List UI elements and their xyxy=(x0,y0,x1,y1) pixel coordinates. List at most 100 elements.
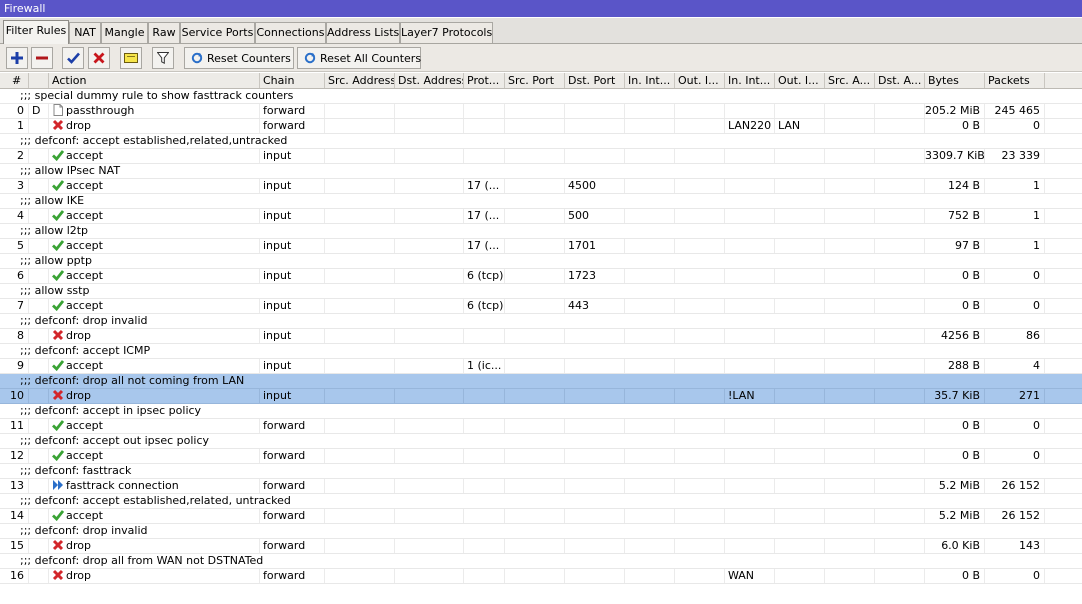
tab-raw[interactable]: Raw xyxy=(148,22,180,43)
add-button[interactable] xyxy=(6,47,28,69)
column-header-packets[interactable]: Packets xyxy=(985,73,1045,88)
cell-packets: 26 152 xyxy=(985,509,1045,523)
comment-row[interactable]: ;;; allow IKE xyxy=(0,194,1082,209)
comment-row[interactable]: ;;; defconf: accept out ipsec policy xyxy=(0,434,1082,449)
tab-nat[interactable]: NAT xyxy=(69,22,101,43)
comment-row[interactable]: ;;; allow IPsec NAT xyxy=(0,164,1082,179)
comment-row[interactable]: ;;; special dummy rule to show fasttrack… xyxy=(0,89,1082,104)
comment-button[interactable] xyxy=(120,47,142,69)
column-header-dst-address-list[interactable]: Dst. A... xyxy=(875,73,925,88)
disable-button[interactable] xyxy=(88,47,110,69)
filter-button[interactable] xyxy=(152,47,174,69)
comment-row[interactable]: ;;; defconf: drop invalid xyxy=(0,314,1082,329)
cell-packets: 0 xyxy=(985,419,1045,433)
cell-empty xyxy=(875,269,925,283)
column-header-number[interactable]: # xyxy=(0,73,29,88)
cell-empty xyxy=(395,539,464,553)
table-row[interactable]: 0 Dpassthrough forward 205.2 MiB 245 465 xyxy=(0,104,1082,119)
rule-comment: ;;; allow IKE xyxy=(20,194,85,207)
table-row[interactable]: 15 drop forward 6.0 KiB 143 xyxy=(0,539,1082,554)
comment-row[interactable]: ;;; allow sstp xyxy=(0,284,1082,299)
remove-button[interactable] xyxy=(31,47,53,69)
table-row[interactable]: 1 drop forward LAN220 LAN 0 B0 xyxy=(0,119,1082,134)
column-header-in-interface-list[interactable]: In. Int... xyxy=(725,73,775,88)
column-header-flag[interactable] xyxy=(29,73,49,88)
column-header-chain[interactable]: Chain xyxy=(260,73,325,88)
cell-empty xyxy=(825,359,875,373)
cell-chain: forward xyxy=(260,449,325,463)
column-header-out-interface[interactable]: Out. I... xyxy=(675,73,725,88)
table-row[interactable]: 13 fasttrack connection forward 5.2 MiB 26 1… xyxy=(0,479,1082,494)
column-header-dst-address[interactable]: Dst. Address xyxy=(395,73,464,88)
comment-row[interactable]: ;;; defconf: accept ICMP xyxy=(0,344,1082,359)
cell-num: 2 xyxy=(0,149,29,163)
column-header-src-port[interactable]: Src. Port xyxy=(505,73,565,88)
column-header-action[interactable]: Action xyxy=(49,73,260,88)
tab-mangle[interactable]: Mangle xyxy=(101,22,148,43)
table-row[interactable]: 7 accept input 6 (tcp) 443 0 B0 xyxy=(0,299,1082,314)
tab-connections[interactable]: Connections xyxy=(255,22,326,43)
table-row[interactable]: 2 accept input 3309.7 KiB 23 339 xyxy=(0,149,1082,164)
comment-row[interactable]: ;;; defconf: accept established,related,… xyxy=(0,494,1082,509)
comment-row[interactable]: ;;; allow l2tp xyxy=(0,224,1082,239)
cell-empty xyxy=(395,269,464,283)
comment-row[interactable]: ;;; defconf: drop invalid xyxy=(0,524,1082,539)
cell-bytes: 0 B xyxy=(925,419,985,433)
column-header-bytes[interactable]: Bytes xyxy=(925,73,985,88)
column-header-src-address-list[interactable]: Src. A... xyxy=(825,73,875,88)
cell-flag xyxy=(29,479,49,493)
cell-out-if-list xyxy=(775,419,825,433)
table-row[interactable]: 9 accept input 1 (ic... 288 B4 xyxy=(0,359,1082,374)
tab-address-lists[interactable]: Address Lists xyxy=(326,22,400,43)
table-row[interactable]: 10 drop input !LAN 35.7 KiB 271 xyxy=(0,389,1082,404)
table-row[interactable]: 12 accept forward 0 B0 xyxy=(0,449,1082,464)
enable-button[interactable] xyxy=(62,47,84,69)
comment-row[interactable]: ;;; defconf: drop all from WAN not DSTNA… xyxy=(0,554,1082,569)
comment-row[interactable]: ;;; defconf: accept in ipsec policy xyxy=(0,404,1082,419)
cell-empty xyxy=(675,509,725,523)
column-header-protocol[interactable]: Prot... xyxy=(464,73,505,88)
table-row[interactable]: 11 accept forward 0 B0 xyxy=(0,419,1082,434)
table-row[interactable]: 6 accept input 6 (tcp) 1723 0 B0 xyxy=(0,269,1082,284)
table-row[interactable]: 16 drop forward WAN 0 B0 xyxy=(0,569,1082,584)
cell-num: 8 xyxy=(0,329,29,343)
table-row[interactable]: 4 accept input 17 (... 500 752 B1 xyxy=(0,209,1082,224)
tab-service-ports[interactable]: Service Ports xyxy=(180,22,255,43)
cell-empty xyxy=(825,569,875,583)
comment-row[interactable]: ;;; defconf: accept established,related,… xyxy=(0,134,1082,149)
column-header-in-interface[interactable]: In. Int... xyxy=(625,73,675,88)
action-label: accept xyxy=(66,299,103,312)
cell-chain: input xyxy=(260,389,325,403)
cell-empty xyxy=(875,329,925,343)
filter-icon xyxy=(157,52,169,64)
cell-empty xyxy=(825,539,875,553)
cell-proto xyxy=(464,389,505,403)
comment-row[interactable]: ;;; defconf: fasttrack xyxy=(0,464,1082,479)
cell-packets: 1 xyxy=(985,239,1045,253)
reset-all-counters-button[interactable]: Reset All Counters xyxy=(297,47,421,69)
cell-empty xyxy=(625,539,675,553)
action-label: accept xyxy=(66,179,103,192)
cell-empty xyxy=(825,104,875,118)
comment-row[interactable]: ;;; defconf: drop all not coming from LA… xyxy=(0,374,1082,389)
cell-proto: 17 (... xyxy=(464,179,505,193)
rule-comment: ;;; defconf: accept out ipsec policy xyxy=(20,434,210,447)
cell-bytes: 3309.7 KiB xyxy=(925,149,985,163)
table-row[interactable]: 3 accept input 17 (... 4500 124 B1 xyxy=(0,179,1082,194)
cell-empty xyxy=(825,119,875,133)
cell-action: drop xyxy=(49,539,260,553)
column-header-dst-port[interactable]: Dst. Port xyxy=(565,73,625,88)
table-row[interactable]: 5 accept input 17 (... 1701 97 B1 xyxy=(0,239,1082,254)
column-header-src-address[interactable]: Src. Address xyxy=(325,73,395,88)
cell-empty xyxy=(875,569,925,583)
tab-filter-rules[interactable]: Filter Rules xyxy=(3,20,69,44)
table-row[interactable]: 14 accept forward 5.2 MiB 26 152 xyxy=(0,509,1082,524)
tab-layer7-protocols[interactable]: Layer7 Protocols xyxy=(400,22,493,43)
cell-packets: 1 xyxy=(985,209,1045,223)
cell-empty xyxy=(395,509,464,523)
reset-counters-button[interactable]: Reset Counters xyxy=(184,47,294,69)
table-row[interactable]: 8 drop input 4256 B 86 xyxy=(0,329,1082,344)
column-header-out-interface-list[interactable]: Out. I... xyxy=(775,73,825,88)
cell-bytes: 5.2 MiB xyxy=(925,479,985,493)
comment-row[interactable]: ;;; allow pptp xyxy=(0,254,1082,269)
